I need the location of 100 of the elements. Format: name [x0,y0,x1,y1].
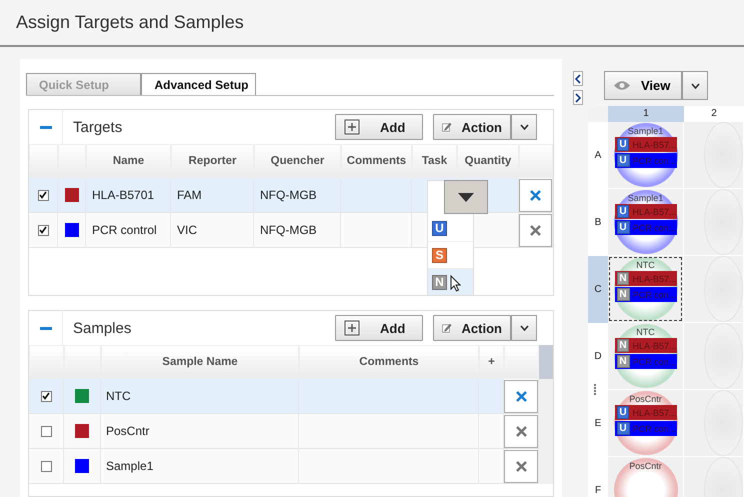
header-cell [29,144,58,178]
checkbox[interactable] [40,390,52,402]
column-header: Sample Name [101,345,299,379]
checkbox[interactable] [38,224,48,236]
triangle-down-icon [458,192,474,202]
task-badge: N [432,274,447,290]
scrollbar-thumb[interactable] [539,345,553,379]
task-badge: U [616,138,630,151]
row-label[interactable]: B [588,189,608,256]
column-header: Reporter [171,144,254,178]
target-label: PCR con... [632,424,676,434]
close-icon [529,224,542,236]
row-label[interactable]: C [588,256,608,323]
target-label: PCR con... [632,222,676,232]
cursor-icon [450,275,461,292]
table-cell: NFQ-MGB [254,213,341,248]
column-header: + [479,345,504,379]
task-badge: S [432,248,447,262]
view-menu-button[interactable] [682,71,708,100]
task-badge: U [616,221,630,234]
chevron-down-icon [690,82,700,88]
close-icon [514,390,528,402]
close-icon [514,460,528,472]
column-header: Name [86,144,171,178]
row-label[interactable]: E [588,390,608,457]
column-header: Comments [341,144,412,178]
target-label: PCR con... [632,156,676,166]
well[interactable]: Sample1 U HLA-B57... U PCR con... [614,190,678,254]
column-header: Comments [299,345,479,379]
chevron-down-icon [520,325,528,331]
table-row[interactable]: Sample1 [29,449,553,484]
well-sample-name: Sample1 [628,126,664,136]
task-badge: U [616,422,630,435]
delete-button[interactable] [519,214,552,246]
collapse-left-button[interactable] [573,71,583,86]
well-sample-name: NTC [636,327,655,337]
column-header: Quantity [457,144,519,178]
task-badge: U [616,406,630,419]
column-header: Task [412,144,457,178]
well-sample-name: Sample1 [628,193,664,203]
well[interactable]: Sample1 U HLA-B57... U PCR con... [614,123,678,187]
add-button[interactable]: Add [335,315,423,341]
target-label: PCR con... [632,356,676,366]
action-menu-button[interactable] [511,315,537,341]
column-label[interactable]: 2 [684,106,744,122]
table-cell [341,213,412,248]
action-button[interactable]: Action [433,315,511,341]
target-label: PCR con... [632,290,676,300]
expand-right-button[interactable] [573,90,583,105]
header-cell [504,345,539,379]
table-row[interactable]: PosCntr [29,414,553,449]
table-cell: PCR control [86,213,171,248]
delete-button[interactable] [519,178,552,212]
target-label: HLA-B57... [632,206,676,216]
checkbox[interactable] [40,460,52,472]
close-icon [514,424,528,438]
action-button[interactable]: Action [433,114,511,140]
panel-title: Targets [73,118,124,136]
view-button[interactable]: View [604,71,682,100]
setup-tab[interactable]: Advanced Setup [141,73,256,95]
task-badge: U [616,205,630,218]
task-badge: N [616,272,630,285]
well[interactable]: NTC N HLA-B57... N PCR con... [614,324,678,388]
column-label[interactable]: 1 [608,106,684,122]
row-label[interactable]: A [588,122,608,189]
action-menu-button[interactable] [511,114,537,140]
delete-button[interactable] [504,450,538,482]
task-badge: U [432,220,447,236]
well-sample-name: PosCntr [629,394,662,404]
table-row[interactable]: NTC [29,379,553,414]
task-badge: N [616,339,630,352]
checkbox[interactable] [40,426,52,436]
header-cell [64,345,101,379]
row-label[interactable]: D [588,323,608,390]
table-cell: VIC [171,213,254,248]
panel-title: Samples [73,320,132,336]
header-cell [58,144,86,178]
delete-button[interactable] [504,414,538,448]
target-label: HLA-B57... [632,408,676,418]
task-badge: N [616,288,630,301]
add-button[interactable]: Add [335,114,423,140]
plus-icon [344,119,360,135]
eye-icon [613,80,631,91]
target-label: HLA-B57... [632,140,676,150]
well[interactable]: PosCntr U HLA-B57... U PCR con... [614,391,678,455]
dropdown-button[interactable] [444,180,488,214]
target-label: HLA-B57... [632,340,676,350]
column-header: Quencher [254,144,341,178]
well[interactable]: PosCntr [614,458,678,497]
well-sample-name: NTC [636,260,655,270]
close-icon [529,188,542,202]
chevron-left-icon [575,74,581,84]
checkbox[interactable] [38,190,48,200]
page-title: Assign Targets and Samples [16,12,244,33]
well-sample-name: PosCntr [629,461,662,471]
header-cell [519,144,553,178]
delete-button[interactable] [504,380,538,412]
row-label[interactable]: F [588,457,608,497]
well[interactable]: NTC N HLA-B57... N PCR con... [614,257,678,321]
task-badge: N [616,355,630,368]
